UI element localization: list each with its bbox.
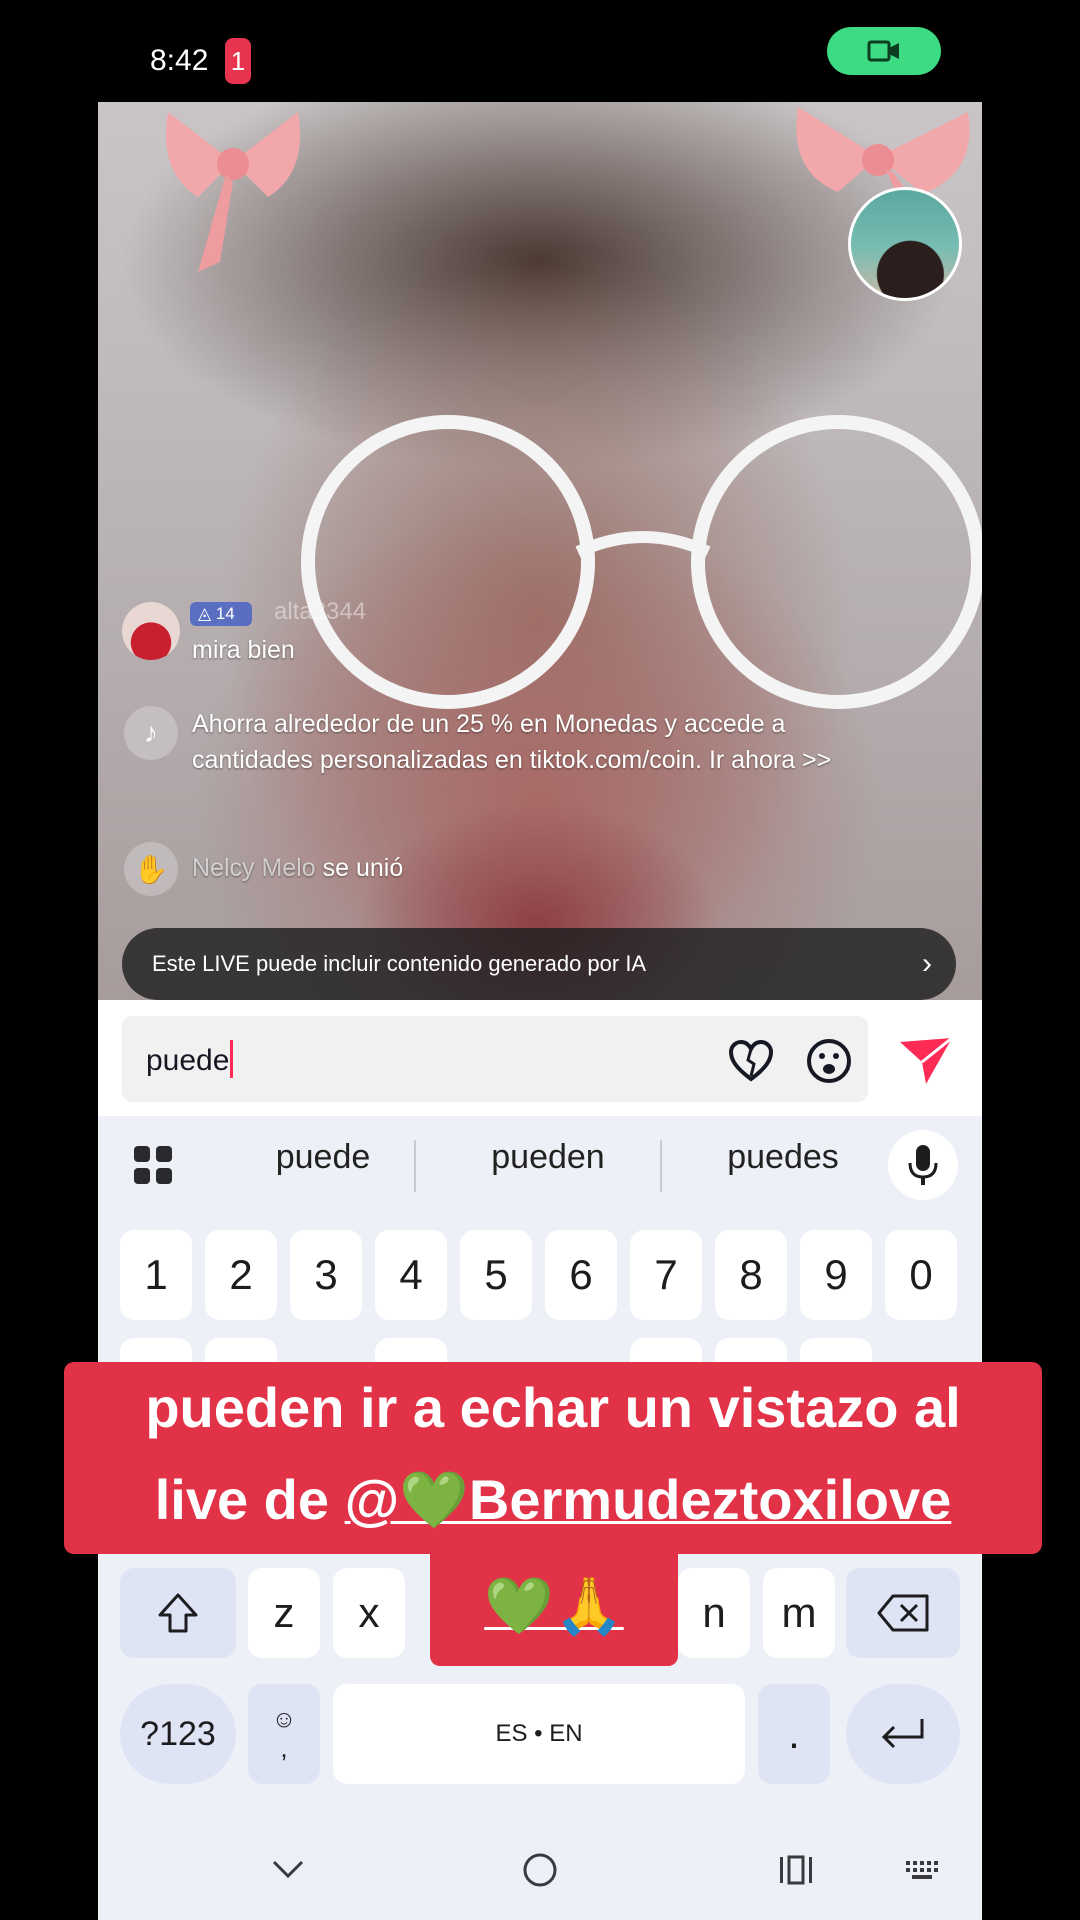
chevron-right-icon: › (922, 947, 932, 980)
tiktok-icon: ♪ (124, 706, 178, 760)
nav-home-icon[interactable] (518, 1848, 562, 1892)
emoji-icon[interactable] (804, 1036, 854, 1086)
suggestion-divider (660, 1140, 662, 1192)
wave-icon: ✋ (124, 842, 178, 896)
key-6[interactable]: 6 (545, 1230, 617, 1320)
key-1[interactable]: 1 (120, 1230, 192, 1320)
live-video[interactable]: ◬ 14 alta2344 mira bien ♪ Ahorra alreded… (98, 102, 982, 1000)
shift-icon[interactable] (120, 1568, 236, 1658)
key-7[interactable]: 7 (630, 1230, 702, 1320)
period-key[interactable]: . (758, 1684, 830, 1784)
level-value: 14 (215, 604, 235, 623)
backspace-icon[interactable] (846, 1568, 960, 1658)
suggestion-2[interactable]: pueden (448, 1138, 648, 1177)
key-m[interactable]: m (763, 1568, 835, 1658)
apps-grid-icon[interactable] (132, 1144, 174, 1186)
join-action: se unió (322, 854, 404, 882)
joined-user-name[interactable]: Nelcy Melo (192, 854, 316, 882)
enter-icon[interactable] (846, 1684, 960, 1784)
send-icon[interactable] (896, 1034, 956, 1088)
glasses-filter (301, 415, 982, 709)
navigation-bar (98, 1820, 982, 1920)
key-0[interactable]: 0 (885, 1230, 957, 1320)
caption-line-2: live de @💚Bermudeztoxilove (64, 1454, 1042, 1554)
commenter-username[interactable]: alta2344 (274, 598, 366, 626)
nav-recents-icon[interactable] (774, 1850, 818, 1890)
key-2[interactable]: 2 (205, 1230, 277, 1320)
comma-label: , (280, 1733, 288, 1763)
suggestion-divider (414, 1140, 416, 1192)
space-bar[interactable]: ES • EN (333, 1684, 745, 1784)
diamond-icon: ◬ (198, 604, 216, 623)
comment-text: mira bien (192, 636, 295, 664)
key-8[interactable]: 8 (715, 1230, 787, 1320)
symbols-key[interactable]: ?123 (120, 1684, 236, 1784)
guest-video-thumbnail[interactable] (848, 187, 962, 301)
left-bow-filter (166, 112, 300, 272)
video-camera-icon (867, 40, 899, 62)
caption-emojis: 💚🙏 (484, 1574, 624, 1637)
notification-badge: 1 (225, 38, 251, 84)
ai-banner-text: Este LIVE puede incluir contenido genera… (152, 951, 647, 976)
status-time: 8:42 (150, 44, 209, 77)
text-caret (230, 1040, 234, 1078)
key-z[interactable]: z (248, 1568, 320, 1658)
key-5[interactable]: 5 (460, 1230, 532, 1320)
caption-line-1: pueden ir a echar un vistazo al (64, 1362, 1042, 1454)
emoji-icon: ☺ (271, 1706, 297, 1733)
nav-keyboard-icon[interactable] (902, 1852, 942, 1888)
comment-input-bar: puede (98, 1000, 982, 1116)
key-9[interactable]: 9 (800, 1230, 872, 1320)
commenter-avatar[interactable] (122, 602, 180, 660)
system-message[interactable]: Ahorra alrededor de un 25 % en Monedas y… (192, 706, 912, 778)
nav-back-icon[interactable] (268, 1850, 308, 1890)
ai-content-banner[interactable]: Este LIVE puede incluir contenido genera… (122, 928, 956, 1000)
heart-icon[interactable] (726, 1036, 776, 1086)
caption-mention: @💚Bermudeztoxilove (344, 1468, 952, 1531)
mic-icon[interactable] (888, 1130, 958, 1200)
level-badge: ◬ 14 (190, 602, 252, 626)
caption-line-3: 💚🙏 (430, 1554, 678, 1666)
key-n[interactable]: n (678, 1568, 750, 1658)
join-event: Nelcy Melo se unió (192, 850, 403, 886)
key-4[interactable]: 4 (375, 1230, 447, 1320)
key-x[interactable]: x (333, 1568, 405, 1658)
key-3[interactable]: 3 (290, 1230, 362, 1320)
suggestion-3[interactable]: puedes (683, 1138, 883, 1177)
comment-input-value: puede (146, 1044, 230, 1077)
emoji-comma-key[interactable]: ☺ , (248, 1684, 320, 1784)
suggestion-1[interactable]: puede (238, 1138, 408, 1177)
camera-in-use-pill[interactable] (827, 27, 941, 75)
suggestion-strip: puede pueden puedes (98, 1116, 982, 1212)
caption-prefix: live de (154, 1468, 345, 1531)
